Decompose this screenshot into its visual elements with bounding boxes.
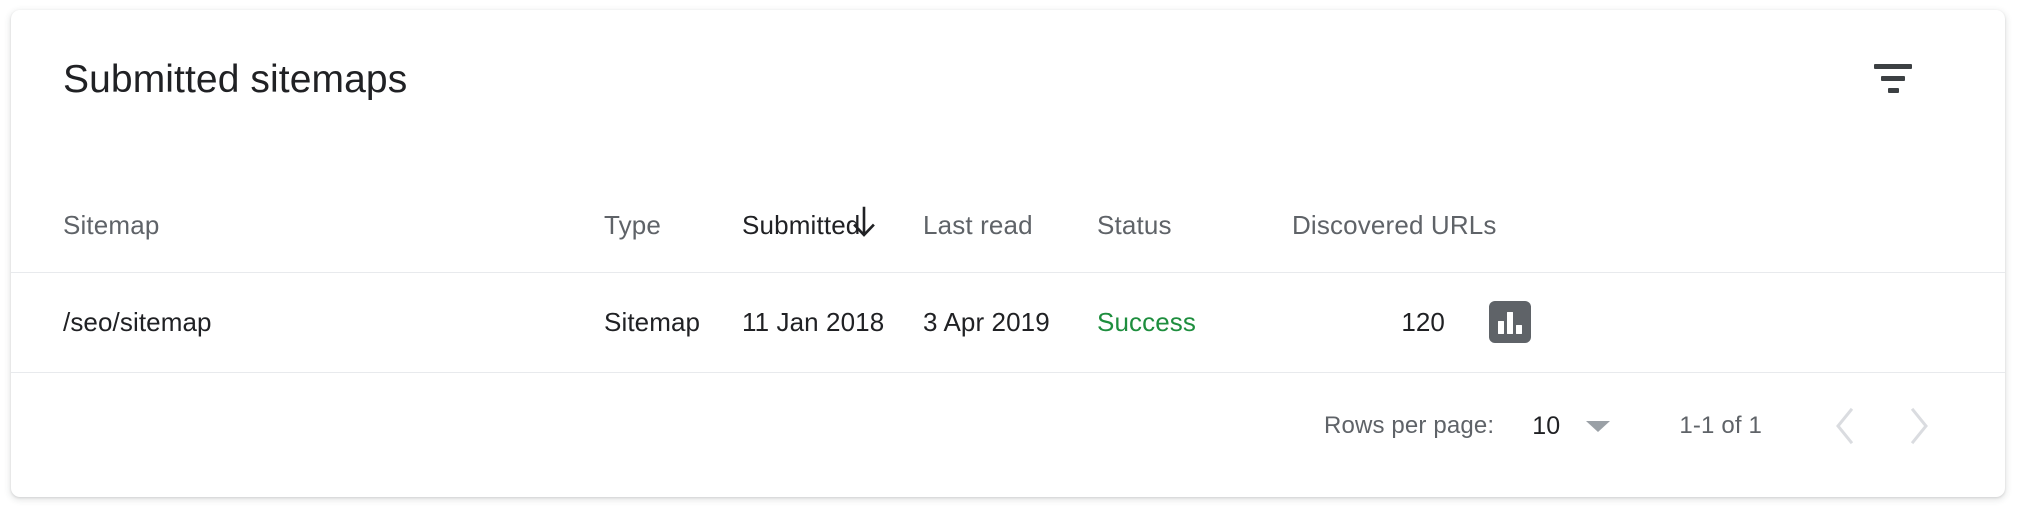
- column-header-last-read[interactable]: Last read: [923, 210, 1033, 240]
- filter-button[interactable]: [1856, 42, 1930, 116]
- chevron-left-icon: [1832, 406, 1858, 446]
- rows-per-page-value: 10: [1532, 411, 1561, 440]
- column-header-discovered-urls[interactable]: Discovered URLs: [1292, 210, 1497, 240]
- table-row[interactable]: /seo/sitemap Sitemap 11 Jan 2018 3 Apr 2…: [11, 272, 2005, 373]
- cell-type: Sitemap: [604, 307, 701, 337]
- table-header-row: Sitemap Type Submitted Last read Status …: [11, 188, 2005, 271]
- column-header-status[interactable]: Status: [1097, 210, 1172, 240]
- arrow-downward-icon[interactable]: [851, 206, 877, 240]
- pagination-controls: Rows per page: 10 1-1 of 1: [1324, 400, 1950, 452]
- cell-last-read: 3 Apr 2019: [923, 307, 1050, 337]
- cell-sitemap[interactable]: /seo/sitemap: [63, 307, 212, 337]
- rows-per-page-select[interactable]: 10: [1532, 411, 1611, 441]
- chevron-down-icon: [1586, 420, 1611, 432]
- cell-submitted: 11 Jan 2018: [742, 307, 885, 337]
- table-footer: Rows per page: 10 1-1 of 1: [11, 373, 2005, 497]
- rows-per-page-label: Rows per page:: [1323, 412, 1495, 439]
- page-root: Submitted sitemaps Sitemap Type Submitte…: [0, 0, 2021, 510]
- card-header: Submitted sitemaps: [11, 10, 2005, 150]
- submitted-sitemaps-card: Submitted sitemaps Sitemap Type Submitte…: [11, 10, 2005, 497]
- cell-discovered-urls: 120: [1401, 307, 1445, 337]
- column-header-type[interactable]: Type: [604, 210, 661, 240]
- previous-page-button[interactable]: [1814, 395, 1876, 457]
- filter-list-icon: [1874, 64, 1912, 94]
- chevron-right-icon: [1906, 406, 1932, 446]
- status-badge: Success: [1097, 307, 1196, 337]
- column-header-sitemap[interactable]: Sitemap: [63, 210, 159, 240]
- bar-chart-icon[interactable]: [1489, 301, 1531, 343]
- column-header-submitted[interactable]: Submitted: [742, 210, 860, 240]
- pagination-range-label: 1-1 of 1: [1679, 412, 1762, 439]
- next-page-button[interactable]: [1888, 395, 1950, 457]
- bar-chart-bars: [1498, 312, 1522, 334]
- page-title: Submitted sitemaps: [63, 58, 408, 101]
